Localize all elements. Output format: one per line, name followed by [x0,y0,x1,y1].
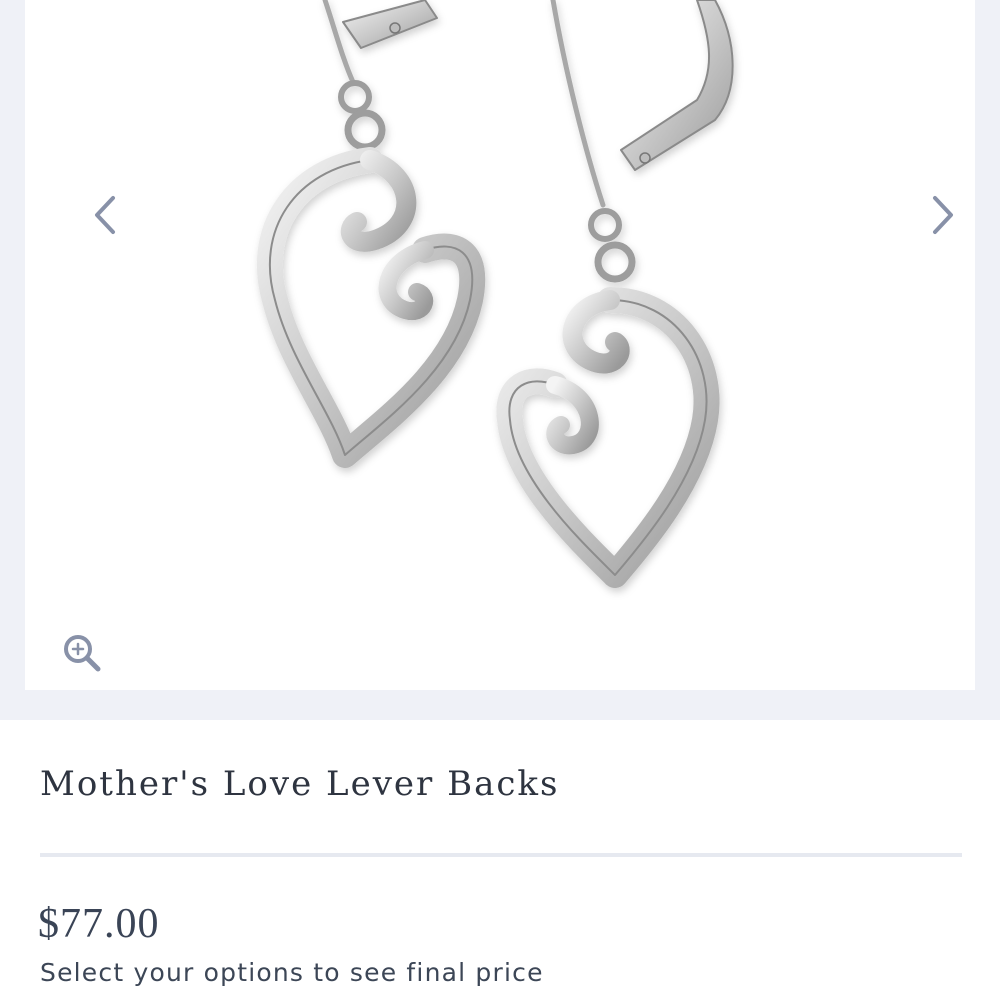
previous-image-button[interactable] [83,190,133,240]
next-image-button[interactable] [915,190,965,240]
zoom-button[interactable] [61,632,103,674]
chevron-right-icon [933,196,953,234]
divider [40,853,962,857]
zoom-in-icon [64,635,101,672]
left-earring [257,0,486,468]
product-title: Mother's Love Lever Backs [40,764,560,804]
price-note: Select your options to see final price [40,958,544,987]
gallery-section [0,0,1000,720]
right-earring [496,0,734,588]
product-image[interactable] [25,0,975,690]
product-gallery [25,0,975,690]
product-price: $77.00 [38,901,160,947]
chevron-left-icon [95,196,115,234]
